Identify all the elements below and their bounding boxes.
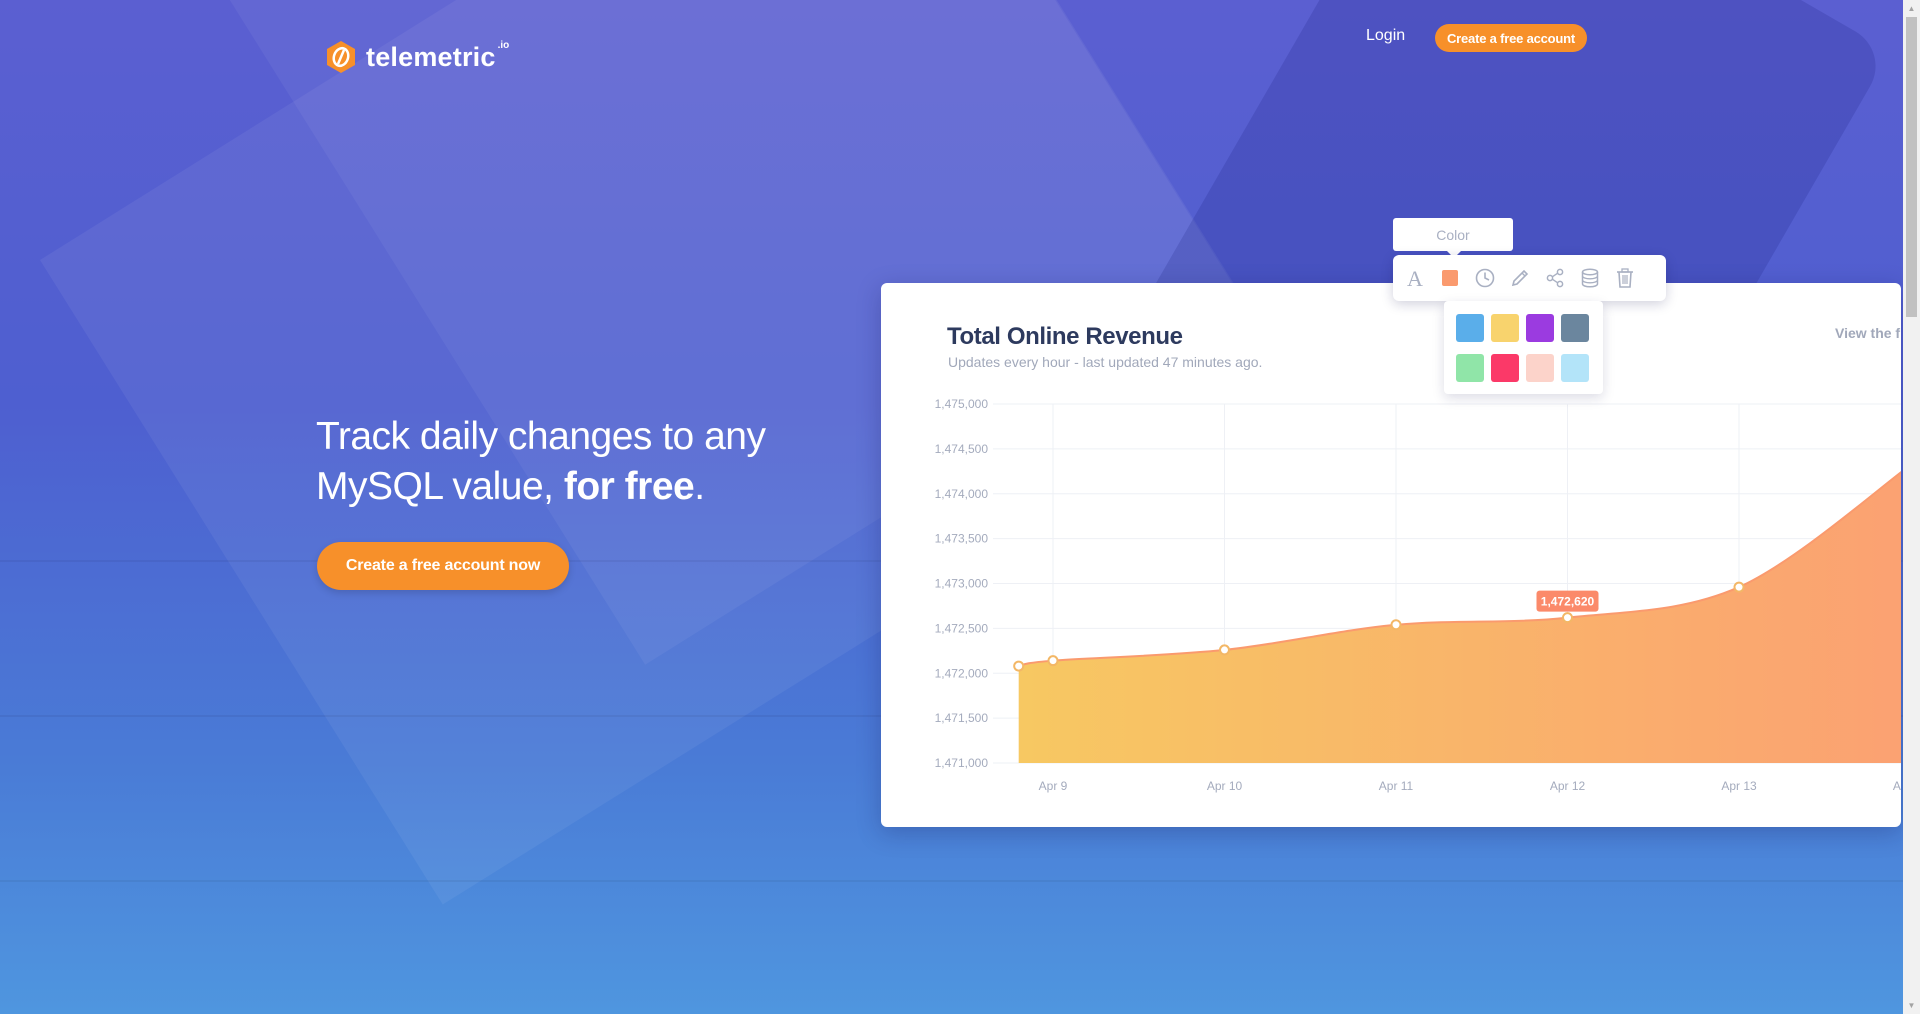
login-link[interactable]: Login [1366, 27, 1405, 45]
hero-title-emphasis: for free [563, 465, 695, 508]
color-swatch[interactable] [1526, 354, 1554, 382]
x-tick-label: Apr 9 [1039, 779, 1068, 793]
color-swatch[interactable] [1491, 354, 1519, 382]
x-tick-label: Apr 13 [1721, 779, 1757, 793]
logo-text: telemetric [366, 41, 496, 72]
color-tooltip: Color [1393, 218, 1513, 258]
y-tick-label: 1,472,000 [935, 666, 989, 680]
color-swatch[interactable] [1561, 314, 1589, 342]
y-tick-label: 1,475,000 [935, 397, 989, 411]
y-tick-label: 1,473,000 [935, 577, 989, 591]
x-tick-label: Apr 14 [1893, 779, 1901, 793]
pencil-icon[interactable] [1506, 264, 1534, 292]
hero-title: Track daily changes to any MySQL value, … [316, 412, 876, 512]
data-point[interactable] [1733, 581, 1745, 593]
data-point[interactable] [1562, 612, 1573, 624]
x-tick-label: Apr 11 [1379, 779, 1414, 793]
database-icon[interactable] [1576, 264, 1604, 292]
y-tick-label: 1,474,000 [935, 487, 989, 501]
scroll-thumb[interactable] [1906, 17, 1917, 317]
revenue-chart: 1,472,620 1,475,000 1,474,500 1,474,000 1,4… [935, 397, 1901, 793]
color-swatch[interactable] [1561, 354, 1589, 382]
data-point[interactable] [1013, 660, 1025, 672]
logo-icon [327, 41, 355, 73]
scroll-down-icon[interactable]: ▼ [1903, 997, 1920, 1014]
widget-toolbar: A [1393, 255, 1666, 301]
revenue-area [1018, 472, 1901, 763]
scroll-up-icon[interactable]: ▲ [1903, 0, 1920, 17]
y-tick-label: 1,473,500 [935, 532, 989, 546]
background-plank-line [0, 880, 1920, 882]
create-account-now-button[interactable]: Create a free account now [317, 542, 569, 590]
clock-icon[interactable] [1471, 264, 1499, 292]
color-swatch[interactable] [1456, 314, 1484, 342]
y-tick-label: 1,474,500 [935, 442, 989, 456]
y-tick-label: 1,471,000 [935, 756, 989, 770]
scrollbar[interactable]: ▲ ▼ [1903, 0, 1920, 1014]
chart-card: Total Online Revenue Updates every hour … [881, 283, 1901, 827]
color-swatch[interactable] [1456, 354, 1484, 382]
color-icon[interactable] [1436, 264, 1464, 292]
color-swatch[interactable] [1526, 314, 1554, 342]
y-tick-label: 1,472,500 [935, 621, 989, 635]
svg-text:A: A [1407, 267, 1423, 289]
value-tooltip: 1,472,620 [1536, 590, 1599, 612]
create-account-button[interactable]: Create a free account [1435, 24, 1587, 52]
y-tick-label: 1,471,500 [935, 711, 989, 725]
color-swatch[interactable] [1491, 314, 1519, 342]
text-icon[interactable]: A [1401, 264, 1429, 292]
logo-suffix: .io [497, 39, 510, 51]
trash-icon[interactable] [1611, 264, 1639, 292]
color-palette [1444, 301, 1603, 394]
hero-title-period: . [694, 465, 705, 508]
value-tooltip-label: 1,472,620 [1541, 595, 1595, 609]
data-point[interactable] [1219, 644, 1230, 656]
share-icon[interactable] [1541, 264, 1569, 292]
data-point[interactable] [1390, 619, 1402, 631]
logo[interactable]: telemetric .io [324, 40, 515, 74]
x-tick-label: Apr 12 [1550, 779, 1586, 793]
data-point[interactable] [1047, 655, 1059, 667]
x-tick-label: Apr 10 [1207, 779, 1243, 793]
